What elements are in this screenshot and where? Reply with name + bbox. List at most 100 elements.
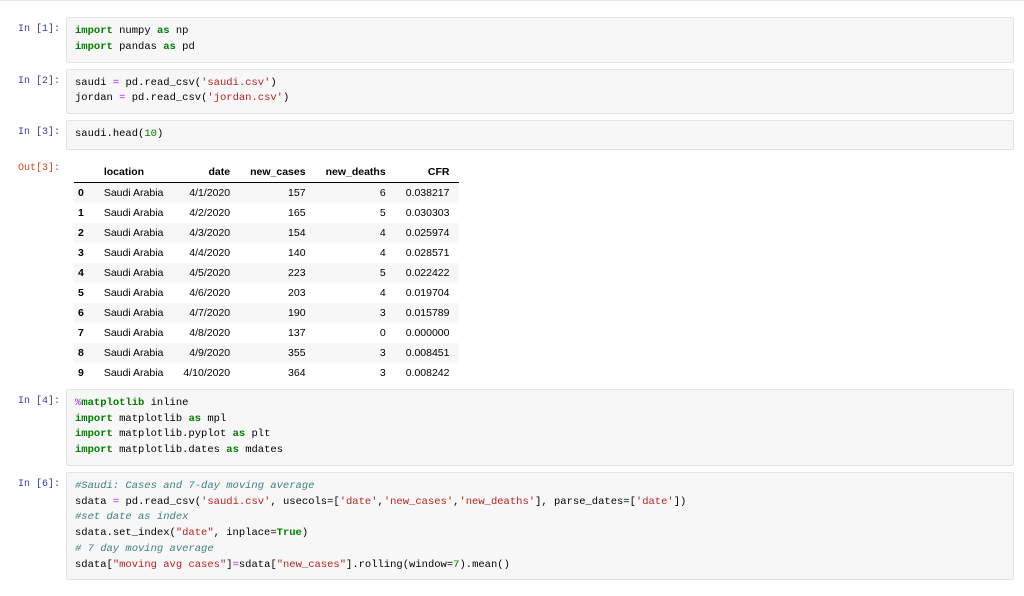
table-cell: 4/2/2020 — [173, 203, 240, 223]
str-date: 'date' — [340, 496, 378, 508]
col-location: location — [94, 162, 174, 183]
table-cell: 3 — [316, 303, 396, 323]
alias-mdates: mdates — [245, 444, 283, 456]
table-cell: 223 — [240, 263, 315, 283]
table-cell: 157 — [240, 182, 315, 203]
dataframe-table: location date new_cases new_deaths CFR 0… — [74, 162, 459, 383]
code-cell-1[interactable]: import numpy as np import pandas as pd — [66, 17, 1014, 63]
mod-mpl: matplotlib — [119, 413, 182, 425]
str-date: 'date' — [636, 496, 674, 508]
table-cell: 5 — [316, 203, 396, 223]
cell-2: In [2]: saudi = pd.read_csv('saudi.csv')… — [0, 69, 1024, 115]
col-new-deaths: new_deaths — [316, 162, 396, 183]
table-cell: 4/4/2020 — [173, 243, 240, 263]
paren-close: ) — [270, 77, 276, 89]
table-cell: 2 — [74, 223, 94, 243]
kw-as: as — [188, 413, 201, 425]
op-eq: = — [113, 77, 119, 89]
call-read-csv: .read_csv( — [144, 92, 207, 104]
table-cell: 3 — [316, 343, 396, 363]
var-sdata: sdata — [239, 559, 271, 571]
alias-plt: plt — [251, 428, 270, 440]
col-index — [74, 162, 94, 183]
table-cell: 6 — [74, 303, 94, 323]
kw-import: import — [75, 444, 113, 456]
prompt-in-2: In [2]: — [0, 69, 66, 115]
table-cell: 4/3/2020 — [173, 223, 240, 243]
table-row: 4Saudi Arabia4/5/202022350.022422 — [74, 263, 459, 283]
str-jordan-csv: 'jordan.csv' — [207, 92, 283, 104]
table-cell: 4/1/2020 — [173, 182, 240, 203]
col-new-cases: new_cases — [240, 162, 315, 183]
code-cell-6[interactable]: #Saudi: Cases and 7-day moving average s… — [66, 472, 1014, 581]
cell-3: In [3]: saudi.head(10) — [0, 120, 1024, 150]
code-cell-4[interactable]: %matplotlib inline import matplotlib as … — [66, 389, 1014, 466]
comment-2: #set date as index — [75, 511, 188, 523]
kw-inplace: , inplace= — [214, 527, 277, 539]
paren-close: ) — [283, 92, 289, 104]
table-cell: 3 — [74, 243, 94, 263]
var-jordan: jordan — [75, 92, 113, 104]
table-cell: 4/8/2020 — [173, 323, 240, 343]
str-new-cases-dq: "new_cases" — [277, 559, 346, 571]
kw-usecols: , usecols=[ — [270, 496, 339, 508]
table-row: 8Saudi Arabia4/9/202035530.008451 — [74, 343, 459, 363]
table-row: 9Saudi Arabia4/10/202036430.008242 — [74, 363, 459, 383]
table-cell: Saudi Arabia — [94, 283, 174, 303]
table-cell: 0 — [74, 182, 94, 203]
str-saudi-csv: 'saudi.csv' — [201, 496, 270, 508]
table-cell: Saudi Arabia — [94, 223, 174, 243]
var-sdata: sdata — [75, 527, 107, 539]
table-row: 6Saudi Arabia4/7/202019030.015789 — [74, 303, 459, 323]
table-cell: Saudi Arabia — [94, 203, 174, 223]
cell-6: In [6]: #Saudi: Cases and 7-day moving a… — [0, 472, 1024, 581]
code-cell-2[interactable]: saudi = pd.read_csv('saudi.csv') jordan … — [66, 69, 1014, 115]
magic-matplotlib: matplotlib — [81, 397, 144, 409]
table-cell: 1 — [74, 203, 94, 223]
table-cell: 0.008451 — [396, 343, 460, 363]
table-cell: 165 — [240, 203, 315, 223]
table-cell: 6 — [316, 182, 396, 203]
str-date-dq: "date" — [176, 527, 214, 539]
str-mavg: "moving avg cases" — [113, 559, 226, 571]
table-cell: Saudi Arabia — [94, 303, 174, 323]
table-cell: 3 — [316, 363, 396, 383]
ref-pd: pd — [132, 92, 145, 104]
mod-pandas: pandas — [119, 41, 157, 53]
table-cell: 4/10/2020 — [173, 363, 240, 383]
table-cell: 4/7/2020 — [173, 303, 240, 323]
table-cell: 0.019704 — [396, 283, 460, 303]
code-cell-3[interactable]: saudi.head(10) — [66, 120, 1014, 150]
comment-3: # 7 day moving average — [75, 543, 214, 555]
num-10: 10 — [144, 128, 157, 140]
ref-pd: pd — [125, 77, 138, 89]
kw-import: import — [75, 413, 113, 425]
alias-mpl: mpl — [207, 413, 226, 425]
paren-close: ) — [680, 496, 686, 508]
str-new-deaths: 'new_deaths' — [459, 496, 535, 508]
table-cell: 7 — [74, 323, 94, 343]
notebook: In [1]: import numpy as np import pandas… — [0, 0, 1024, 596]
table-cell: 0.038217 — [396, 182, 460, 203]
mod-mdates: matplotlib.dates — [119, 444, 220, 456]
cell-3-output: Out[3]: location date new_cases new_deat… — [0, 156, 1024, 383]
table-cell: 137 — [240, 323, 315, 343]
mod-numpy: numpy — [119, 25, 151, 37]
table-cell: 190 — [240, 303, 315, 323]
call-mean: ).mean() — [459, 559, 509, 571]
table-cell: 4/5/2020 — [173, 263, 240, 283]
cell-1: In [1]: import numpy as np import pandas… — [0, 17, 1024, 63]
table-cell: 4/9/2020 — [173, 343, 240, 363]
table-cell: 355 — [240, 343, 315, 363]
table-row: 3Saudi Arabia4/4/202014040.028571 — [74, 243, 459, 263]
kw-as: as — [233, 428, 246, 440]
table-cell: 9 — [74, 363, 94, 383]
op-eq: = — [119, 92, 125, 104]
table-cell: 5 — [316, 263, 396, 283]
paren-close: ) — [302, 527, 308, 539]
kw-as: as — [226, 444, 239, 456]
table-cell: 4 — [316, 283, 396, 303]
alias-np: np — [176, 25, 189, 37]
table-cell: Saudi Arabia — [94, 263, 174, 283]
table-cell: Saudi Arabia — [94, 243, 174, 263]
